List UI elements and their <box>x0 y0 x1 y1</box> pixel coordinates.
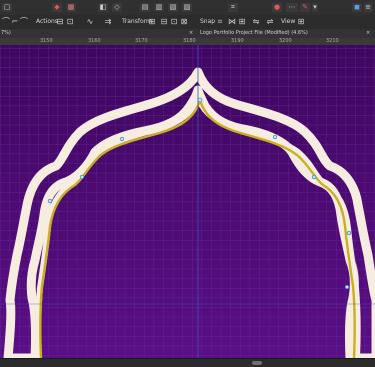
transform-icon[interactable]: ⌗ <box>228 3 238 12</box>
tab-document-title[interactable]: Logo Portfolio Project File (Modified) (… <box>200 29 308 37</box>
design-canvas[interactable] <box>0 45 375 358</box>
ruler-tick: 3180 <box>183 38 196 44</box>
arrange-icon[interactable]: ▤ <box>140 3 150 12</box>
path-node[interactable] <box>197 97 203 103</box>
persona-icon[interactable]: ◼ <box>352 3 362 12</box>
actions-label: Actions <box>36 18 58 25</box>
transform-grid-icon[interactable]: ⊞ <box>148 17 156 26</box>
boolean-icon[interactable]: ▨ <box>182 3 192 12</box>
view-mode-icon[interactable]: ⊞ <box>297 17 305 26</box>
tab-zoom[interactable]: 7%) <box>1 29 11 37</box>
menu-icon[interactable]: ≡ <box>364 3 372 12</box>
fill-icon[interactable]: ◧ <box>98 3 108 12</box>
path-node[interactable] <box>119 136 125 142</box>
path-node[interactable] <box>344 284 350 290</box>
break-curve-icon[interactable]: ⊟ <box>56 17 64 26</box>
ruler-tick: 3160 <box>88 38 101 44</box>
distribute-icon[interactable]: ▥ <box>154 3 164 12</box>
align-icon[interactable]: ▧ <box>168 3 178 12</box>
scrollbar-thumb[interactable] <box>252 361 262 365</box>
snap-options-icon[interactable]: ⇌ <box>266 17 274 26</box>
vector-persona-icon[interactable]: ◆ <box>52 3 62 12</box>
path-node[interactable] <box>272 134 278 140</box>
close-icon[interactable]: × <box>189 29 193 37</box>
ruler-tick: 3200 <box>279 38 292 44</box>
smooth-node-icon[interactable]: ⌒ <box>2 17 10 26</box>
main-toolbar: ▢ ◆ ▦ ◧ ◇ ▤ ▥ ▧ ▨ ⌗ ● ⋯ ✎ ▾ ◼ ≡ <box>0 0 375 16</box>
snap-guides-icon[interactable]: ⋈ <box>228 17 236 26</box>
color-picker-icon[interactable]: ● <box>272 3 282 12</box>
path-node[interactable] <box>47 198 53 204</box>
ruler-tick: 3210 <box>326 38 339 44</box>
ruler-tick: 3170 <box>135 38 148 44</box>
snap-label: Snap <box>200 18 216 25</box>
document-icon[interactable]: ▢ <box>2 3 12 12</box>
tab-close-icon[interactable]: × <box>366 29 370 37</box>
snapping-icon[interactable]: ⋯ <box>286 3 298 12</box>
smooth-curve-icon[interactable]: ∿ <box>86 17 94 26</box>
smart-node-icon[interactable]: ⌒ <box>20 17 28 26</box>
join-curves-icon[interactable]: ⇉ <box>104 17 112 26</box>
ruler-tick: 3150 <box>40 38 53 44</box>
pen-tool-icon[interactable]: ✎ <box>300 3 310 12</box>
transform-scale-icon[interactable]: ⊠ <box>180 17 188 26</box>
canvas-artwork[interactable] <box>0 45 375 358</box>
path-node[interactable] <box>79 174 85 180</box>
close-curve-icon[interactable]: ⊡ <box>66 17 74 26</box>
snap-node-icon[interactable]: ⌗ <box>216 17 224 26</box>
snap-align-icon[interactable]: ⇋ <box>252 17 260 26</box>
transform-flip-icon[interactable]: ⊟ <box>160 17 168 26</box>
stroke-icon[interactable]: ◇ <box>112 3 122 12</box>
snap-grid-icon[interactable]: ⊞ <box>238 17 246 26</box>
sharp-node-icon[interactable]: ⌐ <box>11 17 19 26</box>
ruler-tick: 3190 <box>231 38 244 44</box>
context-toolbar: ⌒ ⌐ ⌒ Actions ⊟ ⊡ ∿ ⇉ Transform ⊞ ⊟ ⊡ ⊠ … <box>0 15 375 30</box>
view-label: View <box>281 18 296 25</box>
path-node[interactable] <box>346 230 352 236</box>
chevron-down-icon[interactable]: ▾ <box>312 3 318 12</box>
pixel-persona-icon[interactable]: ▦ <box>66 3 76 12</box>
path-node[interactable] <box>311 174 317 180</box>
transform-rotate-icon[interactable]: ⊡ <box>170 17 178 26</box>
